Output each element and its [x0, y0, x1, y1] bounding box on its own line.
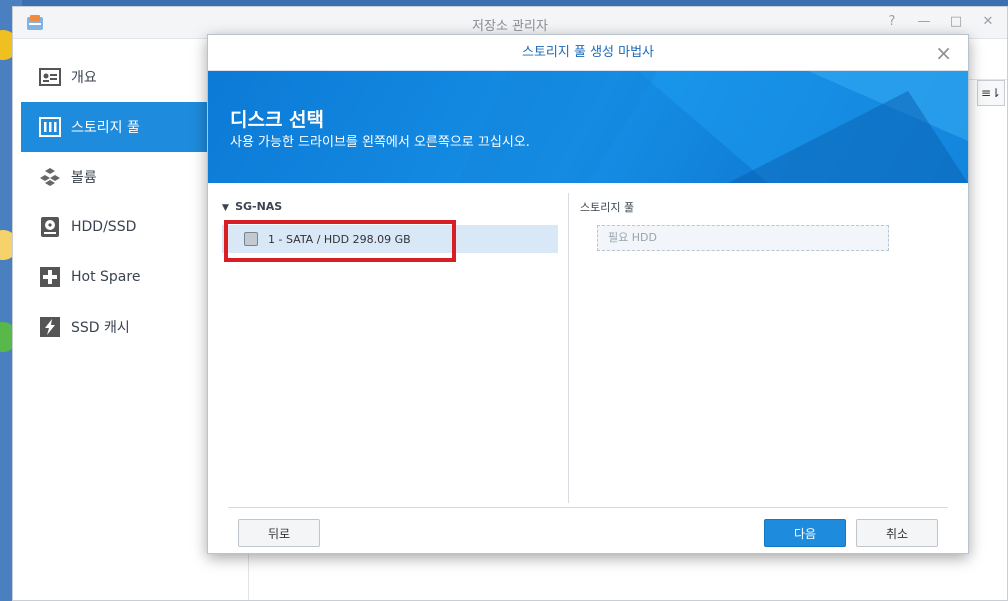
ssd-cache-icon [39, 316, 61, 338]
collapse-triangle-icon[interactable]: ▼ [222, 203, 229, 213]
maximize-icon[interactable]: □ [947, 13, 965, 31]
window-title: 저장소 관리자 [472, 19, 548, 34]
help-icon[interactable]: ? [883, 13, 901, 31]
storage-pool-label: 스토리지 풀 [580, 201, 635, 214]
next-button[interactable]: 다음 [764, 519, 846, 547]
footer-divider [228, 507, 948, 508]
sort-icon: ≡⇂ [980, 86, 1002, 100]
banner-subtitle: 사용 가능한 드라이브를 왼쪽에서 오른쪽으로 끄십시오. [230, 135, 530, 150]
sidebar-item-label: 스토리지 풀 [71, 120, 140, 136]
banner-title: 디스크 선택 [230, 109, 325, 131]
wizard-titlebar: 스토리지 풀 생성 마법사 × [208, 35, 968, 71]
wizard-close-icon[interactable]: × [935, 35, 952, 71]
overview-icon [39, 66, 61, 88]
drop-target[interactable]: 필요 HDD [597, 225, 889, 251]
annotation-highlight-box [224, 220, 456, 262]
sidebar-item-label: SSD 캐시 [71, 320, 130, 336]
hdd-icon [39, 216, 61, 238]
volume-icon [39, 166, 61, 188]
wizard-banner: 디스크 선택 사용 가능한 드라이브를 왼쪽에서 오른쪽으로 끄십시오. [208, 71, 968, 183]
wizard-title: 스토리지 풀 생성 마법사 [522, 45, 654, 60]
sidebar-item-label: HDD/SSD [71, 219, 137, 235]
storage-pool-pane: 스토리지 풀 필요 HDD [580, 199, 960, 251]
hot-spare-icon [39, 266, 61, 288]
close-icon[interactable]: ✕ [979, 13, 997, 31]
host-group[interactable]: ▼ SG-NAS [222, 199, 558, 214]
pane-divider [568, 193, 569, 503]
sidebar-item-label: 볼륨 [71, 170, 97, 186]
minimize-icon[interactable]: — [915, 13, 933, 31]
host-name: SG-NAS [235, 200, 283, 213]
available-drives-pane: ▼ SG-NAS 1 - SATA / HDD 298.09 GB [222, 199, 558, 253]
sidebar-item-label: 개요 [71, 70, 97, 86]
sort-button[interactable]: ≡⇂ [977, 80, 1005, 106]
sidebar-item-label: Hot Spare [71, 269, 141, 285]
back-button[interactable]: 뒤로 [238, 519, 320, 547]
cancel-button[interactable]: 취소 [856, 519, 938, 547]
storage-pool-wizard: 스토리지 풀 생성 마법사 × 디스크 선택 사용 가능한 드라이브를 왼쪽에서… [207, 34, 969, 554]
storage-pool-icon [39, 116, 61, 138]
